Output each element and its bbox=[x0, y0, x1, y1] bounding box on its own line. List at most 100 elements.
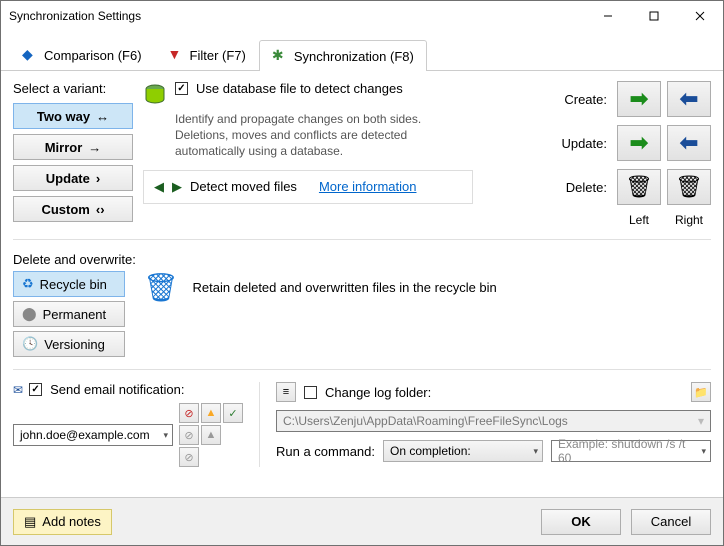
recycle-bin-large-icon: 🗑 bbox=[143, 271, 179, 304]
chevron-right-icon: › bbox=[96, 172, 100, 185]
run-when-combo[interactable]: On completion: ▾ bbox=[383, 440, 543, 462]
run-when-value: On completion: bbox=[390, 444, 471, 458]
vertical-separator bbox=[259, 382, 260, 467]
notify-error-button[interactable]: ⊘ bbox=[179, 403, 199, 423]
tab-label: Filter (F7) bbox=[190, 48, 246, 63]
minimize-button[interactable] bbox=[585, 1, 631, 31]
tab-comparison[interactable]: ◆ Comparison (F6) bbox=[9, 39, 155, 70]
add-notes-label: Add notes bbox=[42, 514, 101, 529]
variant-two-way[interactable]: Two way ↔ bbox=[13, 103, 133, 129]
clock-icon: 🕓 bbox=[22, 336, 38, 352]
variant-custom[interactable]: Custom ‹› bbox=[13, 196, 133, 222]
variant-label: Mirror bbox=[45, 140, 83, 155]
variant-desc-text: Identify and propagate changes on both s… bbox=[175, 111, 425, 160]
variant-label: Two way bbox=[37, 109, 90, 124]
email-checkbox-label: Send email notification: bbox=[50, 382, 184, 397]
separator bbox=[13, 239, 711, 240]
log-path-combo[interactable]: C:\Users\Zenju\AppData\Roaming\FreeFileS… bbox=[276, 410, 711, 432]
log-options-button[interactable]: ≡ bbox=[276, 382, 296, 402]
variant-mirror[interactable]: Mirror → bbox=[13, 134, 133, 160]
create-left-button[interactable]: ⬅ bbox=[667, 81, 711, 117]
run-command-label: Run a command: bbox=[276, 444, 375, 459]
titlebar: Synchronization Settings bbox=[1, 1, 723, 31]
delete-recycle-bin[interactable]: ♻ Recycle bin bbox=[13, 271, 125, 297]
mail-icon: ✉ bbox=[13, 383, 23, 397]
checkbox-icon bbox=[175, 82, 188, 95]
variant-label: Update bbox=[46, 171, 90, 186]
run-command-placeholder: Example: shutdown /s /t 60 bbox=[558, 437, 701, 465]
error-icon: ⊘ bbox=[184, 407, 193, 420]
fire-icon: ⬤ bbox=[22, 306, 37, 322]
open-log-folder-button[interactable]: 📁 bbox=[691, 382, 711, 402]
chevron-down-icon: ▾ bbox=[701, 446, 706, 457]
variant-description: Use database file to detect changes Iden… bbox=[143, 81, 551, 227]
create-right-button[interactable]: ➡ bbox=[617, 81, 661, 117]
check-icon: ✓ bbox=[228, 407, 237, 420]
chevron-down-icon: ▾ bbox=[533, 446, 538, 457]
more-info-link[interactable]: More information bbox=[319, 179, 417, 194]
recycle-green-icon: 🗑 bbox=[625, 174, 653, 200]
email-address-combo[interactable]: john.doe@example.com ▾ bbox=[13, 424, 173, 446]
checkbox-icon bbox=[29, 383, 42, 396]
notify-error-dim-button[interactable]: ⊘ bbox=[179, 425, 199, 445]
checkbox-icon bbox=[304, 386, 317, 399]
funnel-icon: ▼ bbox=[168, 47, 184, 63]
variant-group: Select a variant: Two way ↔ Mirror → Upd… bbox=[13, 81, 133, 227]
log-group: ≡ Change log folder: 📁 C:\Users\Zenju\Ap… bbox=[276, 382, 711, 467]
maximize-button[interactable] bbox=[631, 1, 677, 31]
db-checkbox[interactable]: Use database file to detect changes bbox=[175, 81, 403, 96]
run-command-input[interactable]: Example: shutdown /s /t 60 ▾ bbox=[551, 440, 711, 462]
folder-icon: 📁 bbox=[694, 386, 708, 399]
delete-option-group: ♻ Recycle bin ⬤ Permanent 🕓 Versioning bbox=[13, 271, 125, 357]
action-direction-grid: Create: ➡ ⬅ Update: ➡ ⬅ Delete: 🗑 🗑 Left… bbox=[561, 81, 711, 227]
close-button[interactable] bbox=[677, 1, 723, 31]
recycle-icon: ♻ bbox=[22, 276, 34, 292]
tab-filter[interactable]: ▼ Filter (F7) bbox=[155, 39, 259, 70]
chevron-down-icon: ▾ bbox=[163, 430, 168, 441]
db-checkbox-label: Use database file to detect changes bbox=[196, 81, 403, 96]
email-checkbox[interactable]: Send email notification: bbox=[29, 382, 184, 397]
delete-right-button[interactable]: 🗑 bbox=[667, 169, 711, 205]
footer: ▤ Add notes OK Cancel bbox=[1, 497, 723, 545]
note-icon: ▤ bbox=[24, 514, 36, 530]
notify-warning-button[interactable]: ▲ bbox=[201, 403, 221, 423]
cancel-label: Cancel bbox=[651, 514, 691, 529]
delete-permanent[interactable]: ⬤ Permanent bbox=[13, 301, 125, 327]
menu-icon: ≡ bbox=[283, 386, 289, 398]
tab-synchronization[interactable]: ✱ Synchronization (F8) bbox=[259, 40, 427, 71]
variant-update[interactable]: Update › bbox=[13, 165, 133, 191]
window-buttons bbox=[585, 1, 723, 31]
notify-warning-dim-button[interactable]: ▲ bbox=[201, 425, 221, 445]
notify-error-dim2-button[interactable]: ⊘ bbox=[179, 447, 199, 467]
change-log-label: Change log folder: bbox=[325, 385, 431, 400]
section-delete: Delete and overwrite: ♻ Recycle bin ⬤ Pe… bbox=[13, 252, 711, 357]
two-way-icon: ↔ bbox=[96, 110, 109, 123]
arrow-right-icon: → bbox=[88, 141, 101, 154]
change-log-checkbox[interactable]: Change log folder: bbox=[304, 385, 431, 400]
update-left-button[interactable]: ⬅ bbox=[667, 125, 711, 161]
ok-label: OK bbox=[571, 514, 591, 529]
create-label: Create: bbox=[561, 92, 611, 107]
arrow-right-green-icon: ➡ bbox=[630, 130, 648, 156]
gear-icon: ✱ bbox=[272, 48, 288, 64]
ok-button[interactable]: OK bbox=[541, 509, 621, 535]
database-icon bbox=[143, 83, 167, 107]
variant-label: Custom bbox=[41, 202, 89, 217]
arrow-left-blue-icon: ⬅ bbox=[680, 130, 698, 156]
recycle-blue-icon: 🗑 bbox=[675, 174, 703, 200]
moved-files-box: ◀ ▶ Detect moved files More information bbox=[143, 170, 473, 204]
chevron-down-icon: ▾ bbox=[698, 414, 704, 428]
delete-left-button[interactable]: 🗑 bbox=[617, 169, 661, 205]
delete-desc-text: Retain deleted and overwritten files in … bbox=[193, 280, 497, 295]
compare-icon: ◆ bbox=[22, 47, 38, 63]
delete-option-label: Recycle bin bbox=[40, 277, 107, 292]
delete-versioning[interactable]: 🕓 Versioning bbox=[13, 331, 125, 357]
notify-success-button[interactable]: ✓ bbox=[223, 403, 243, 423]
settings-window: Synchronization Settings ◆ Comparison (F… bbox=[0, 0, 724, 546]
section-top: Select a variant: Two way ↔ Mirror → Upd… bbox=[13, 81, 711, 227]
tab-label: Synchronization (F8) bbox=[294, 49, 414, 64]
update-right-button[interactable]: ➡ bbox=[617, 125, 661, 161]
add-notes-button[interactable]: ▤ Add notes bbox=[13, 509, 112, 535]
cancel-button[interactable]: Cancel bbox=[631, 509, 711, 535]
delete-label: Delete: bbox=[561, 180, 611, 195]
